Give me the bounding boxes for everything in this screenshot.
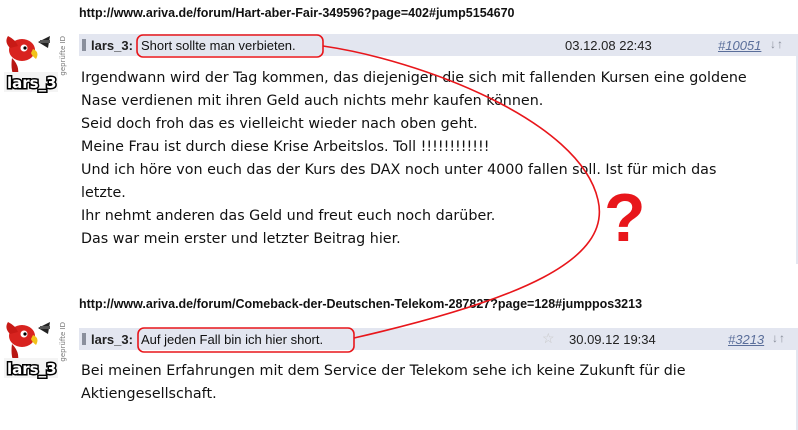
question-mark-annotation: ? [604, 180, 646, 256]
subject-highlight-box [136, 34, 324, 58]
annotation-overlay [136, 34, 601, 353]
connector-curve [322, 45, 601, 339]
subject-highlight-box [137, 327, 355, 353]
